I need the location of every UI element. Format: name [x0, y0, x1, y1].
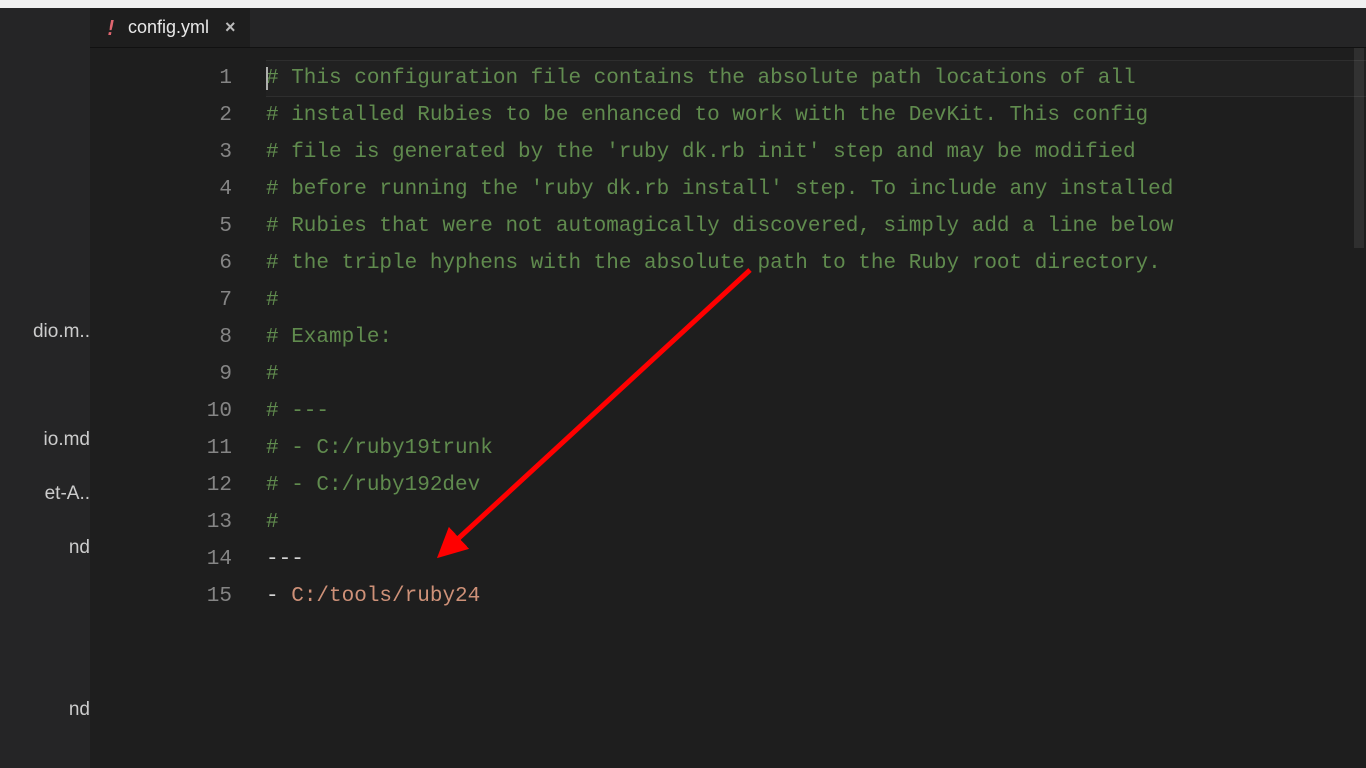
sidebar-item[interactable] [0, 152, 90, 188]
line-number: 11 [90, 430, 232, 467]
line-number: 14 [90, 541, 232, 578]
window-top-edge [0, 0, 1366, 8]
code-content[interactable]: # This configuration file contains the a… [266, 60, 1366, 768]
sidebar-item[interactable] [0, 206, 90, 242]
line-number: 4 [90, 171, 232, 208]
line-number: 10 [90, 393, 232, 430]
code-comment: # file is generated by the 'ruby dk.rb i… [266, 141, 1136, 164]
tab-filename: config.yml [128, 17, 209, 38]
line-number: 1 [90, 60, 232, 97]
line-number: 7 [90, 282, 232, 319]
code-area[interactable]: 1 2 3 4 5 6 7 8 9 10 11 12 13 14 15 # Th… [90, 48, 1366, 768]
code-comment: # installed Rubies to be enhanced to wor… [266, 104, 1148, 127]
code-comment: # the triple hyphens with the absolute p… [266, 252, 1161, 275]
sidebar-item[interactable] [0, 260, 90, 296]
line-number: 9 [90, 356, 232, 393]
sidebar-item[interactable]: nd [0, 530, 90, 566]
yaml-list-dash: - [266, 585, 291, 608]
scrollbar-track[interactable] [1352, 48, 1366, 768]
yaml-scalar-value: C:/tools/ruby24 [291, 585, 480, 608]
code-comment: # [266, 511, 279, 534]
code-comment: # [266, 363, 279, 386]
code-comment: # [266, 289, 279, 312]
main-container: dio.m.. io.md et-A.. nd nd ! config.yml … [0, 8, 1366, 768]
sidebar-item[interactable] [0, 98, 90, 134]
line-number: 5 [90, 208, 232, 245]
sidebar-item[interactable] [0, 584, 90, 620]
line-number: 12 [90, 467, 232, 504]
code-comment: # Example: [266, 326, 392, 349]
sidebar-item[interactable]: dio.m.. [0, 314, 90, 350]
sidebar: dio.m.. io.md et-A.. nd nd [0, 8, 90, 768]
yaml-file-icon: ! [104, 21, 118, 35]
text-cursor [266, 67, 268, 90]
sidebar-item[interactable]: et-A.. [0, 476, 90, 512]
line-number: 15 [90, 578, 232, 615]
sidebar-item[interactable] [0, 638, 90, 674]
scrollbar-thumb[interactable] [1354, 48, 1364, 248]
line-number: 13 [90, 504, 232, 541]
code-comment: # before running the 'ruby dk.rb install… [266, 178, 1173, 201]
sidebar-item[interactable]: nd [0, 692, 90, 728]
line-number: 6 [90, 245, 232, 282]
code-comment: # - C:/ruby192dev [266, 474, 480, 497]
line-number: 3 [90, 134, 232, 171]
yaml-doc-start: --- [266, 548, 304, 571]
line-number: 2 [90, 97, 232, 134]
code-comment: # Rubies that were not automagically dis… [266, 215, 1173, 238]
sidebar-item[interactable] [0, 368, 90, 404]
code-comment: # This configuration file contains the a… [266, 67, 1136, 90]
line-number: 8 [90, 319, 232, 356]
editor-area: ! config.yml × 1 2 3 4 5 6 7 8 9 10 11 1… [90, 8, 1366, 768]
tab-config-yml[interactable]: ! config.yml × [90, 8, 250, 47]
line-number-gutter: 1 2 3 4 5 6 7 8 9 10 11 12 13 14 15 [90, 60, 266, 768]
code-comment: # --- [266, 400, 329, 423]
code-comment: # - C:/ruby19trunk [266, 437, 493, 460]
tab-bar: ! config.yml × [90, 8, 1366, 48]
close-icon[interactable]: × [219, 17, 236, 38]
sidebar-item[interactable]: io.md [0, 422, 90, 458]
